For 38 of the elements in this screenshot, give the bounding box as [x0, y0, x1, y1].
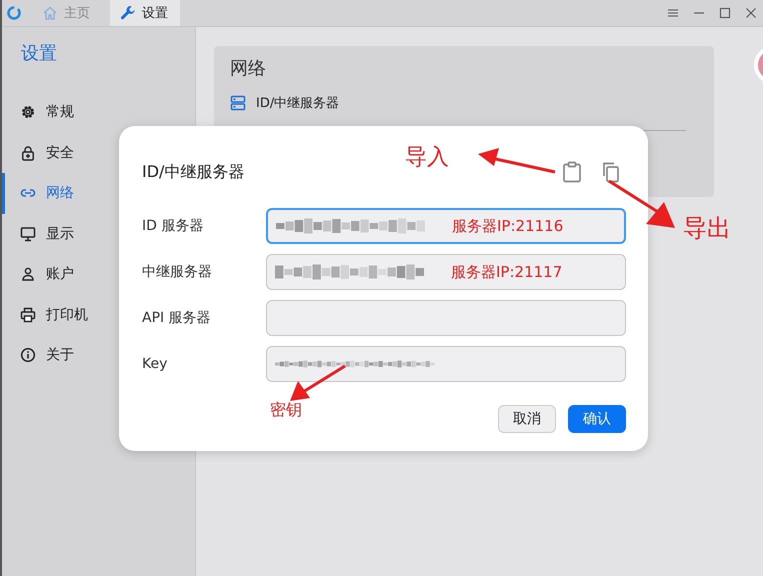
lock-icon	[20, 144, 36, 161]
arrow	[608, 180, 676, 230]
menu-icon[interactable]	[667, 7, 679, 19]
annotation-text: 服务器IP:21116	[452, 216, 564, 236]
arrow	[289, 364, 347, 402]
info-icon	[20, 347, 36, 364]
settings-item[interactable]: ID/中继服务器	[230, 94, 698, 112]
copy-icon[interactable]	[600, 161, 620, 183]
input-field[interactable]	[266, 300, 626, 336]
home-icon	[42, 5, 58, 21]
field-label: ID 服务器	[142, 217, 204, 235]
annotation-text: 服务器IP:21117	[451, 262, 562, 282]
confirm-button[interactable]: 确认	[568, 405, 626, 433]
printer-icon	[20, 306, 36, 323]
clipboard-icon[interactable]	[562, 161, 582, 183]
annotation-text: 密钥	[270, 400, 302, 421]
monitor-icon	[20, 226, 36, 242]
sidebar-item[interactable]: 常规	[2, 92, 195, 132]
server-icon	[230, 95, 246, 111]
annotation-text: 导出	[683, 213, 731, 244]
logo-icon	[6, 5, 22, 21]
person-icon	[20, 266, 36, 282]
sidebar-title: 设置	[20, 42, 58, 66]
annotation-text: 导入	[405, 144, 449, 172]
input-field[interactable]	[266, 346, 626, 382]
field-label: Key	[142, 356, 168, 372]
input-field[interactable]: 服务器IP:21117	[266, 254, 626, 290]
maximize-icon[interactable]	[719, 7, 731, 19]
close-icon[interactable]	[745, 7, 757, 19]
gear-icon	[20, 104, 36, 120]
tab[interactable]: 设置	[110, 0, 180, 26]
wrench-icon	[120, 5, 136, 21]
section-title: 网络	[230, 57, 267, 80]
field-label: 中继服务器	[142, 263, 213, 281]
field-label: API 服务器	[142, 309, 212, 327]
input-field[interactable]: 服务器IP:21116	[266, 208, 626, 244]
cancel-button[interactable]: 取消	[498, 405, 556, 433]
dialog-title: ID/中继服务器	[142, 162, 244, 182]
